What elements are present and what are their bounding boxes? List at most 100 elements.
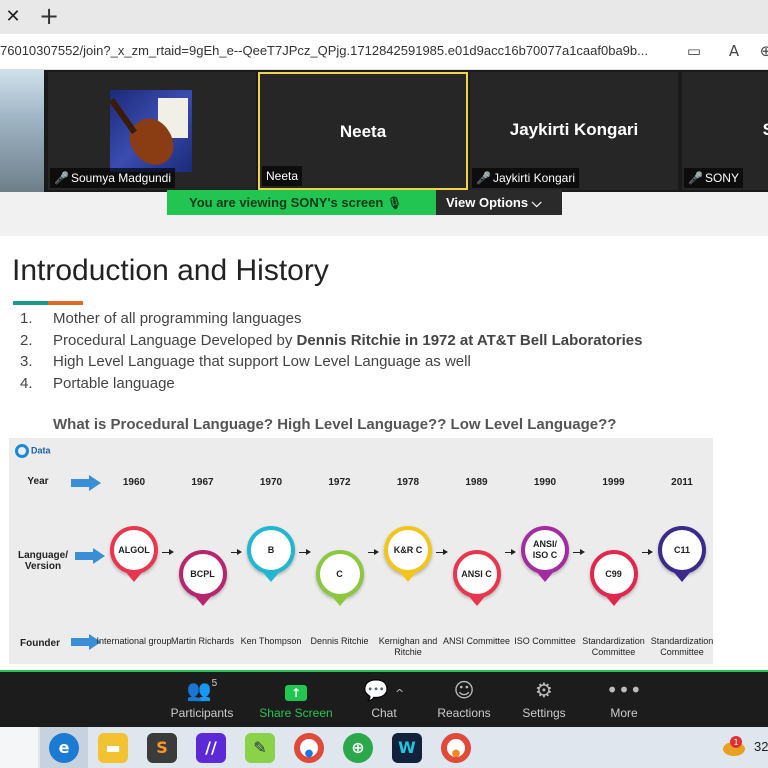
viewing-banner: You are viewing SONY's screen 🎙 View Opt… — [167, 190, 562, 215]
chrome-profile-icon[interactable]: ⊕ — [343, 733, 373, 763]
slide-title: Introduction and History — [12, 254, 329, 287]
timeline-year: 2011 — [671, 477, 693, 488]
timeline-pin-tail — [535, 570, 555, 582]
timeline-language-pin: ANSI C — [452, 550, 501, 598]
participant-big-name: Neeta — [339, 122, 387, 141]
timeline-year: 1967 — [191, 477, 214, 488]
more-icon[interactable]: ⊕ — [756, 42, 768, 62]
timeline-pin-tail — [398, 570, 418, 582]
address-bar: 76010307552/join?_x_zm_rtaid=9gEh_e--Qee… — [0, 34, 768, 70]
share-screen-button[interactable]: ↑ Share Screen — [256, 676, 336, 726]
reactions-button[interactable]: ☺ Reactions — [424, 676, 504, 726]
timeline-founder: International group — [96, 636, 172, 646]
meeting-toolbar: 👥5 Participants ↑ Share Screen 💬 ^ Chat … — [0, 670, 768, 727]
timeline-year: 1960 — [122, 477, 146, 488]
new-tab-icon[interactable]: + — [38, 2, 60, 30]
timeline-pin-tail — [603, 594, 624, 606]
taskbar-start-area[interactable] — [0, 727, 38, 768]
sublime-text-icon[interactable]: S — [147, 733, 177, 763]
chevron-up-icon[interactable]: ^ — [395, 687, 404, 700]
timeline-year: 1999 — [602, 477, 625, 488]
ellipsis-icon: ••• — [606, 678, 642, 702]
participant-big-name: Jaykirti Kongari — [509, 120, 639, 139]
participant-name-label: 🎤 Soumya Madgundi — [50, 168, 176, 188]
timeline-language-pin: BCPL — [178, 550, 227, 598]
participants-button[interactable]: 👥5 Participants — [162, 676, 242, 726]
screen: ✕ + 76010307552/join?_x_zm_rtaid=9gEh_e-… — [0, 0, 768, 768]
row-label-language: Language/ Version — [17, 550, 68, 572]
file-explorer-icon[interactable]: ▬ — [98, 733, 128, 763]
timeline-language-pin: C99 — [589, 550, 638, 598]
timeline-founder: ANSI Committee — [442, 636, 511, 646]
timeline-year: 1970 — [259, 477, 283, 488]
timeline-pin-tail — [329, 594, 350, 606]
view-options-button[interactable]: View Options ⌵ — [436, 190, 562, 215]
chrome-icon[interactable]: ● — [294, 733, 324, 763]
webex-icon[interactable]: W — [392, 733, 422, 763]
timeline-founder: Ken Thompson — [240, 636, 302, 646]
participants-icon: 👥5 — [186, 678, 218, 702]
camera-icon[interactable]: ▭ — [684, 42, 704, 62]
mic-icon: 🎙 — [386, 196, 403, 210]
dataflair-logo: Data — [15, 444, 51, 458]
participant-big-name: S — [682, 120, 768, 140]
timeline-pin-tail — [261, 570, 281, 582]
notification-icon[interactable]: 1 — [722, 735, 748, 759]
timeline-founder: Standardization Committee — [650, 636, 714, 657]
settings-button[interactable]: ⚙ Settings — [504, 676, 584, 726]
timeline-arrowhead — [168, 549, 174, 555]
c-history-timeline: Data Year Language/ Version Founder 1960… — [9, 438, 713, 664]
participant-tile[interactable]: S 🎤SONY — [682, 72, 768, 190]
timeline-language-pin: C — [315, 550, 364, 598]
timeline-pin-tail — [466, 594, 487, 606]
timeline-arrowhead — [305, 549, 311, 555]
timeline-founder: Dennis Ritchie — [310, 636, 369, 646]
participant-name-label: 🎤 SONY — [684, 168, 743, 188]
timeline-language-pin: B — [247, 526, 295, 574]
timeline-founder: Martin Richards — [170, 636, 235, 646]
shared-screen: Introduction and History 1. Mother of al… — [0, 192, 768, 670]
chat-button[interactable]: 💬 ^ Chat — [344, 676, 424, 726]
timeline-arrowhead — [442, 549, 448, 555]
slide-question: What is Procedural Language? High Level … — [53, 416, 617, 433]
participant-video-partial — [0, 70, 44, 192]
timeline-pin-tail — [192, 594, 213, 606]
participant-tile[interactable]: Jaykirti Kongari 🎤 Jaykirti Kongari — [470, 72, 678, 190]
timeline-language-pin: K&R C — [384, 526, 432, 574]
participant-name-label: 🎤 Jaykirti Kongari — [472, 168, 579, 188]
timeline-pin-tail — [124, 570, 144, 582]
participant-strip: 🎤 Soumya Madgundi Neeta Neeta Jaykirti Ko… — [0, 70, 768, 192]
timeline-arrowhead — [579, 549, 585, 555]
timeline-language-pin: ALGOL — [110, 526, 158, 574]
timeline-founder: Kernighan and Ritchie — [378, 636, 438, 657]
chrome-profile-icon[interactable]: ● — [441, 733, 471, 763]
share-screen-icon: ↑ — [285, 685, 307, 701]
mic-muted-icon: 🎤 — [476, 171, 491, 185]
url-text[interactable]: 76010307552/join?_x_zm_rtaid=9gEh_e--Qee… — [0, 43, 672, 61]
timeline-year: 1972 — [328, 477, 351, 488]
timeline-arrowhead — [374, 549, 379, 555]
browser-tab-bar: ✕ + — [0, 0, 768, 34]
chevron-down-icon: ⌵ — [531, 195, 542, 210]
participant-tile-active[interactable]: Neeta Neeta — [258, 72, 468, 190]
taskbar-clock: 32 — [754, 739, 768, 754]
more-button[interactable]: ••• More — [584, 676, 664, 726]
participant-avatar — [109, 90, 192, 174]
mic-muted-icon: 🎤 — [688, 171, 703, 185]
read-aloud-icon[interactable]: A — [724, 42, 744, 62]
timeline-arrowhead — [648, 549, 653, 555]
arrow-right-icon — [71, 475, 101, 491]
arrow-right-icon — [75, 548, 105, 564]
close-tab-icon[interactable]: ✕ — [4, 6, 22, 27]
title-underline — [13, 301, 83, 305]
row-label-founder: Founder — [20, 638, 60, 649]
notepad-plus-icon[interactable]: ✎ — [245, 733, 275, 763]
participant-tile[interactable]: 🎤 Soumya Madgundi — [48, 72, 256, 190]
edge-icon[interactable]: e — [49, 733, 79, 763]
timeline-language-pin: ANSI/ ISO C — [521, 526, 569, 574]
timeline-founder: Standardization Committee — [582, 636, 645, 657]
reactions-icon: ☺ — [453, 678, 475, 702]
app-icon[interactable]: // — [196, 733, 226, 763]
mic-muted-icon: 🎤 — [54, 171, 69, 185]
participant-name-label: Neeta — [262, 166, 303, 186]
